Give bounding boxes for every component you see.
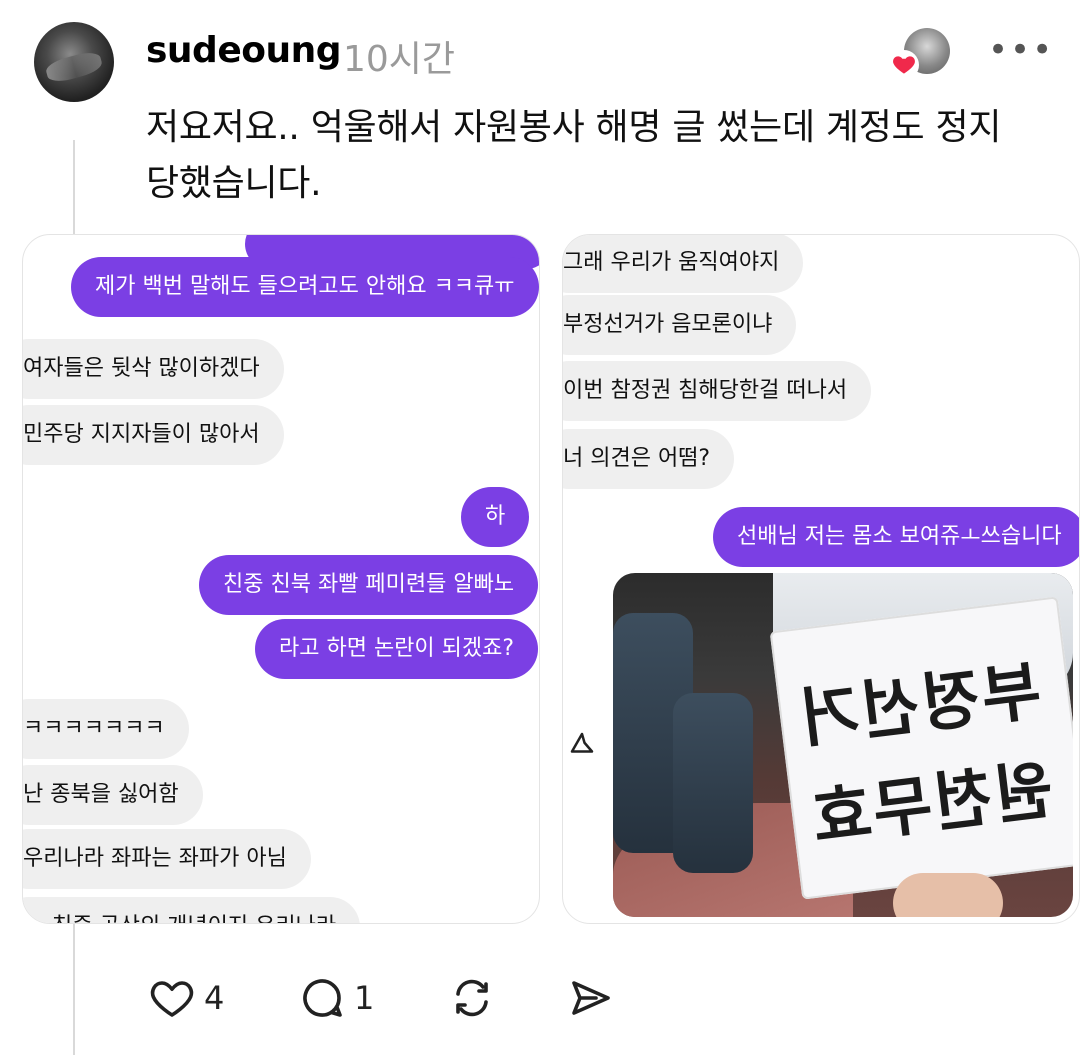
chat-bubble-in: 그래 우리가 움직여야지 xyxy=(563,235,804,293)
share-button[interactable] xyxy=(566,974,614,1022)
protest-sign: 부정선거 원천무효 xyxy=(769,596,1073,900)
chat-bubble-out: 하 xyxy=(461,487,530,547)
username[interactable]: sudeoung xyxy=(146,30,342,71)
chat-bubble-in: … 친중 공산의 개념이지 우리나라 xyxy=(23,897,361,923)
chat-bubble-in: ㅋㅋㅋㅋㅋㅋㅋ xyxy=(23,699,189,759)
photo-leg xyxy=(673,693,753,873)
chat-screenshot-right[interactable]: 그래 우리가 움직여야지 부정선거가 음모론이냐 이번 참정권 침해당한걸 떠나… xyxy=(562,234,1080,924)
comment-button[interactable]: 1 xyxy=(298,974,374,1022)
repost-button[interactable] xyxy=(448,974,496,1022)
post-text: 저요저요.. 억울해서 자원봉사 해명 글 썼는데 계정도 정지당했습니다. xyxy=(146,107,1002,204)
share-icon xyxy=(572,981,610,1015)
comment-icon xyxy=(303,979,342,1017)
chat-screenshot-left[interactable]: 제가 백번 말해도 들으려고도 안해요 ㅋㅋ큐ㅠ 여자들은 뒷삭 많이하겠다 민… xyxy=(22,234,540,924)
chat-bubble-in: 우리나라 좌파는 좌파가 아님 xyxy=(23,829,311,889)
photo-hand xyxy=(893,873,1003,917)
chat-bubble-in: 난 종북을 싫어함 xyxy=(23,765,203,825)
sign-text-line2: 원천무효 xyxy=(806,753,1058,857)
chat-bubble-in: 민주당 지지자들이 많아서 xyxy=(23,405,284,465)
chat-bubble-out: 라고 하면 논란이 되겠죠? xyxy=(255,619,539,679)
chat-bubble-out: 제가 백번 말해도 들으려고도 안해요 ㅋㅋ큐ㅠ xyxy=(71,257,539,317)
repost-icon xyxy=(456,979,488,1017)
send-icon[interactable] xyxy=(567,729,597,759)
more-options-button[interactable]: ••• xyxy=(988,30,1054,70)
comment-count: 1 xyxy=(354,979,375,1017)
like-count: 4 xyxy=(204,979,225,1017)
chat-bubble-in: 부정선거가 음모론이냐 xyxy=(563,295,797,355)
heart-filled-icon xyxy=(893,56,915,74)
action-bar: 4 1 xyxy=(0,970,1080,1030)
chat-bubble-out: 선배님 저는 몸소 보여쥬ㅗ쓰습니다 xyxy=(713,507,1079,567)
heart-outline-icon xyxy=(150,981,194,1017)
chat-bubble-out: 친중 친북 좌빨 페미련들 알빠노 xyxy=(199,555,539,615)
chat-bubble-in: 이번 참정권 침해당한걸 떠나서 xyxy=(563,361,872,421)
protest-photo[interactable]: 부정선거 원천무효 xyxy=(613,573,1073,917)
post-time: 10시간 xyxy=(343,39,456,80)
chat-bubble-in: 너 의견은 어떰? xyxy=(563,429,735,489)
like-button[interactable]: 4 xyxy=(148,974,224,1022)
sign-text-line1: 부정선거 xyxy=(794,654,1045,758)
liker-heart-badge xyxy=(889,50,919,80)
chat-bubble-in: 여자들은 뒷삭 많이하겠다 xyxy=(23,339,284,399)
avatar[interactable] xyxy=(34,22,114,102)
